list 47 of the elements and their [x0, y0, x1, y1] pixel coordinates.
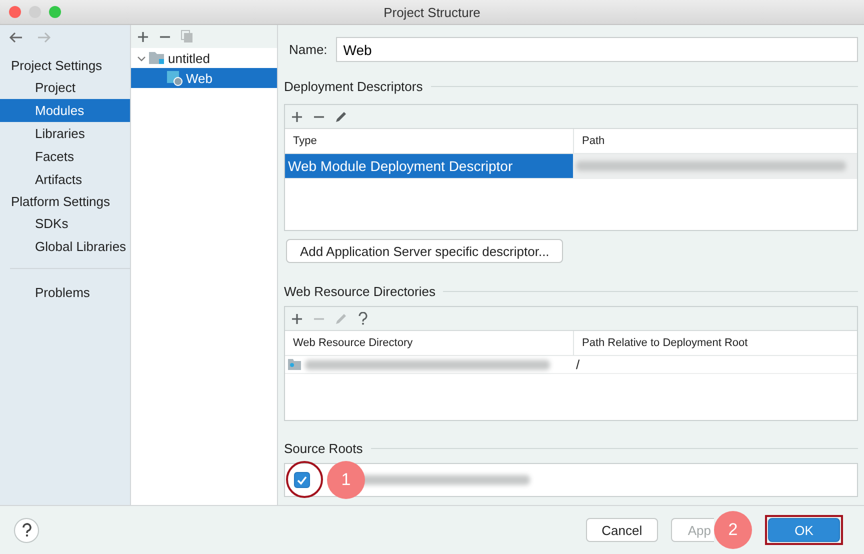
back-arrow-icon[interactable] [9, 32, 23, 43]
sidebar-item[interactable]: Problems [0, 281, 130, 304]
window-title: Project Structure [384, 4, 480, 20]
tree-item[interactable]: untitled [131, 48, 277, 68]
web-module-icon [167, 70, 183, 86]
checkmark-icon [297, 476, 307, 484]
sidebar-item[interactable]: Project [0, 76, 130, 99]
column-header: Web Resource Directory [292, 336, 414, 351]
add-descriptor-button[interactable]: Add Application Server specific descriptor... [286, 239, 564, 263]
add-icon[interactable] [291, 110, 303, 122]
column-header: Type [292, 134, 318, 149]
help-button[interactable] [14, 518, 39, 542]
step-badge: 1 [327, 461, 365, 499]
chevron-icon[interactable] [137, 54, 146, 62]
sidebar-item[interactable]: Facets [0, 145, 130, 168]
sidebar-item[interactable]: Modules [0, 99, 130, 122]
section-title: Web Resource Directories [284, 284, 436, 299]
table-row[interactable]: / [285, 356, 857, 374]
pencil-icon[interactable] [335, 110, 348, 123]
sidebar-heading: Project Settings [10, 57, 104, 75]
folder-icon [149, 51, 165, 65]
column-header: Path Relative to Deployment Root [573, 331, 857, 355]
table-row[interactable]: Web Module Deployment Descriptor [285, 154, 857, 179]
highlight-ring [286, 461, 323, 498]
sidebar-heading: Platform Settings [10, 193, 111, 211]
add-icon[interactable] [137, 30, 149, 42]
sidebar-item[interactable]: SDKs [0, 212, 130, 235]
sidebar-item[interactable]: Artifacts [0, 168, 130, 191]
tree-item[interactable]: Web [131, 68, 277, 88]
table-cell: / [576, 357, 580, 372]
section-title: Source Roots [284, 441, 363, 456]
column-header: Path [573, 129, 857, 153]
dialog-button[interactable]: Cancel [586, 518, 658, 542]
field-label: Name: [289, 42, 328, 57]
help-icon[interactable] [358, 312, 368, 325]
sidebar-item[interactable]: Libraries [0, 122, 130, 145]
question-mark-icon [22, 523, 32, 537]
checkbox[interactable] [294, 472, 310, 488]
ok-button[interactable]: OK [768, 518, 840, 542]
close-button[interactable] [9, 6, 21, 18]
table-cell: Web Module Deployment Descriptor [288, 158, 513, 174]
step-badge: 2 [714, 511, 752, 549]
sidebar-item[interactable]: Global Libraries [0, 235, 130, 258]
add-icon[interactable] [291, 312, 303, 324]
folder-icon [288, 359, 301, 370]
name-field[interactable]: Web [336, 37, 858, 62]
section-title: Deployment Descriptors [284, 79, 423, 94]
